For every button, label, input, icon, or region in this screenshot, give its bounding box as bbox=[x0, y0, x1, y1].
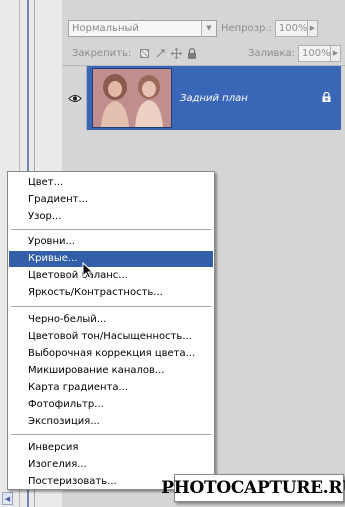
menu-separator bbox=[11, 306, 211, 307]
menu-item-channel-mixer[interactable]: Микширование каналов... bbox=[9, 363, 213, 379]
blend-mode-value: Нормальный bbox=[72, 22, 139, 34]
menu-item-hue-saturation[interactable]: Цветовой тон/Насыщенность... bbox=[9, 329, 213, 345]
opacity-arrow-icon[interactable]: ▶ bbox=[307, 19, 318, 37]
lock-transparency-icon[interactable] bbox=[138, 47, 150, 59]
layer-name: Задний план bbox=[180, 92, 248, 104]
menu-item-invert[interactable]: Инверсия bbox=[9, 440, 213, 456]
lock-pixels-icon[interactable] bbox=[154, 47, 166, 59]
blend-mode-select[interactable]: Нормальный ▼ bbox=[68, 19, 217, 37]
menu-item-threshold[interactable]: Изогелия... bbox=[9, 457, 213, 473]
menu-item-solid-color[interactable]: Цвет... bbox=[9, 175, 213, 191]
adjustment-context-menu: Цвет... Градиент... Узор... Уровни... Кр… bbox=[7, 171, 215, 490]
chevron-down-icon: ▼ bbox=[201, 20, 216, 36]
mouse-cursor-icon bbox=[82, 261, 94, 282]
lock-all-icon[interactable] bbox=[186, 47, 198, 59]
menu-item-photo-filter[interactable]: Фотофильтр... bbox=[9, 397, 213, 413]
lock-label: Закрепить: bbox=[72, 47, 132, 59]
menu-item-brightness-contrast[interactable]: Яркость/Контрастность... bbox=[9, 285, 213, 301]
blend-row: Нормальный ▼ Непрозр.: 100% ▶ bbox=[68, 17, 341, 39]
menu-separator bbox=[11, 434, 211, 435]
opacity-field[interactable]: 100% bbox=[274, 19, 308, 37]
eye-icon[interactable] bbox=[64, 66, 87, 130]
menu-item-levels[interactable]: Уровни... bbox=[9, 234, 213, 250]
fill-arrow-icon[interactable]: ▶ bbox=[331, 44, 341, 62]
menu-item-black-white[interactable]: Черно-белый... bbox=[9, 312, 213, 328]
lock-icon bbox=[322, 91, 331, 102]
lock-position-icon[interactable] bbox=[170, 47, 182, 59]
menu-separator bbox=[11, 229, 211, 230]
scroll-left-arrow-icon[interactable]: ◀ bbox=[2, 492, 13, 505]
opacity-label: Непрозр.: bbox=[221, 22, 272, 34]
lock-row: Закрепить: Заливка: 100% ▶ bbox=[68, 42, 341, 64]
fill-field[interactable]: 100% bbox=[298, 44, 331, 62]
menu-item-gradient[interactable]: Градиент... bbox=[9, 192, 213, 208]
fill-label: Заливка: bbox=[248, 47, 295, 59]
watermark-logo: PHOTOCAPTURE.RU bbox=[161, 474, 345, 502]
menu-item-pattern[interactable]: Узор... bbox=[9, 209, 213, 225]
layer-row-background[interactable]: Задний план bbox=[64, 66, 341, 130]
menu-item-color-balance[interactable]: Цветовой баланс... bbox=[9, 268, 213, 284]
menu-item-curves[interactable]: Кривые... bbox=[9, 251, 213, 267]
layer-thumbnail bbox=[92, 68, 172, 128]
menu-item-gradient-map[interactable]: Карта градиента... bbox=[9, 380, 213, 396]
menu-item-exposure[interactable]: Экспозиция... bbox=[9, 414, 213, 430]
menu-item-selective-color[interactable]: Выборочная коррекция цвета... bbox=[9, 346, 213, 362]
